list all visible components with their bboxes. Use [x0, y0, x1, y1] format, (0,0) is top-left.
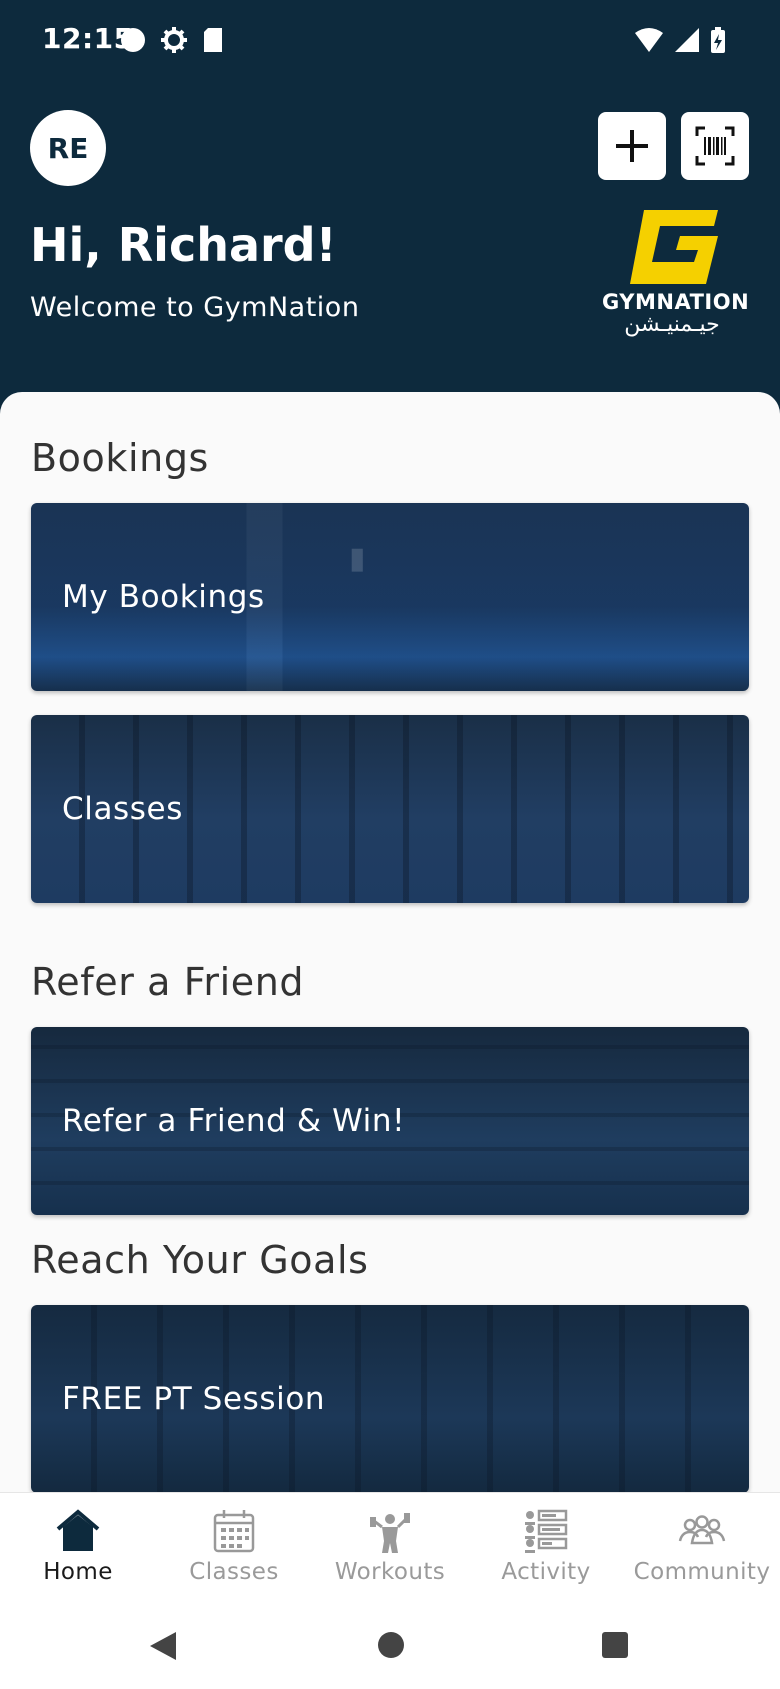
free-pt-label: FREE PT Session [62, 1381, 326, 1417]
status-icons-left [120, 26, 224, 54]
refer-friend-label: Refer a Friend & Win! [62, 1103, 406, 1139]
greeting-title: Hi, Richard! [30, 218, 337, 272]
battery-charging-icon [711, 27, 725, 53]
signal-icon [675, 28, 699, 52]
logo-text-en: GYMNATION [602, 290, 750, 314]
main-content: Bookings ▮ My Bookings Classes Refer a F… [0, 392, 780, 1492]
system-nav-bar [0, 1604, 780, 1689]
recents-square-icon[interactable] [600, 1630, 630, 1660]
bottom-nav: Home Classes Workouts Activity Community [0, 1492, 780, 1604]
logo-text-ar: جيـمنيـشن [624, 312, 720, 337]
sd-card-icon [204, 28, 222, 52]
community-icon [678, 1515, 726, 1545]
nav-label: Activity [501, 1559, 591, 1585]
home-icon [56, 1509, 100, 1551]
calendar-icon [213, 1510, 255, 1553]
avatar[interactable]: RE [30, 110, 106, 186]
gymnation-logo: GYMNATION جيـمنيـشن [602, 210, 750, 337]
nav-label: Community [633, 1559, 771, 1585]
nav-label: Workouts [334, 1559, 446, 1585]
plus-icon [616, 130, 648, 162]
add-button[interactable] [598, 112, 666, 180]
gymnation-g-logo-icon [630, 210, 718, 284]
status-bar: 12:15 [0, 0, 780, 80]
barcode-scan-button[interactable] [681, 112, 749, 180]
nav-label: Classes [189, 1559, 279, 1585]
home-circle-icon[interactable] [376, 1630, 406, 1660]
classes-card[interactable]: Classes [31, 715, 749, 903]
barcode-scan-icon [695, 126, 735, 166]
status-icons-right [634, 26, 726, 54]
section-title-goals: Reach Your Goals [31, 1238, 369, 1282]
settings-gear-icon [161, 27, 187, 53]
wifi-icon [635, 28, 663, 52]
nav-item-community[interactable]: Community [624, 1507, 780, 1585]
activity-list-icon [525, 1509, 568, 1553]
nav-label: Home [43, 1559, 113, 1585]
header: RE Hi, Richard! Welcome to GymNation GYM… [0, 80, 780, 400]
nav-item-workouts[interactable]: Workouts [312, 1507, 468, 1585]
card-decoration: ▮ [349, 542, 368, 575]
my-bookings-card[interactable]: ▮ My Bookings [31, 503, 749, 691]
my-bookings-label: My Bookings [62, 579, 265, 615]
workout-icon [370, 1513, 410, 1553]
section-title-bookings: Bookings [31, 436, 209, 480]
refer-friend-card[interactable]: Refer a Friend & Win! [31, 1027, 749, 1215]
nav-item-activity[interactable]: Activity [468, 1507, 624, 1585]
free-pt-card[interactable]: FREE PT Session [31, 1305, 749, 1492]
nav-item-home[interactable]: Home [0, 1507, 156, 1585]
notification-dot-icon [121, 28, 145, 52]
welcome-subtitle: Welcome to GymNation [30, 292, 360, 323]
nav-item-classes[interactable]: Classes [156, 1507, 312, 1585]
classes-label: Classes [62, 791, 183, 827]
back-icon[interactable] [148, 1630, 178, 1662]
section-title-refer: Refer a Friend [31, 960, 305, 1004]
